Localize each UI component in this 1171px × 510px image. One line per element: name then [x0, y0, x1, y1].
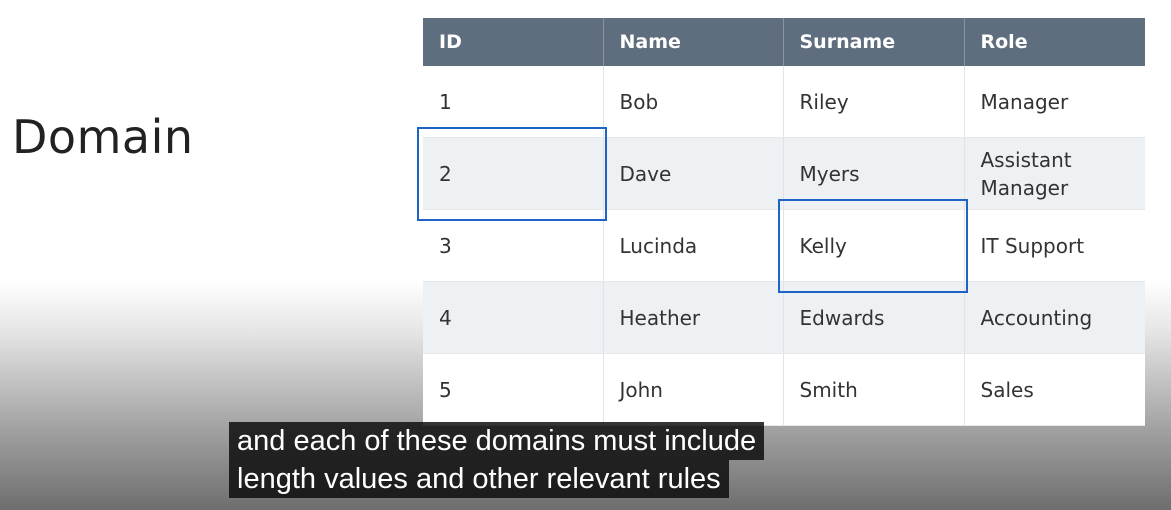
cell-id: 4 [423, 281, 604, 354]
column-header-role: Role [964, 18, 1145, 66]
highlight-box-surname-cell [778, 199, 968, 293]
cell-id: 5 [423, 353, 604, 426]
cell-name: Dave [603, 137, 784, 210]
video-captions: and each of these domains must include l… [229, 422, 765, 498]
caption-line: and each of these domains must include [229, 422, 765, 460]
cell-role: IT Support [964, 209, 1145, 282]
cell-name: Lucinda [603, 209, 784, 282]
cell-surname: Smith [783, 353, 965, 426]
cell-name: Heather [603, 281, 784, 354]
cell-name: John [603, 353, 784, 426]
table-row: 5 John Smith Sales [423, 353, 1145, 426]
cell-role: Accounting [964, 281, 1145, 354]
column-header-id: ID [423, 18, 604, 66]
table-header-row: ID Name Surname Role [423, 18, 1145, 66]
cell-surname: Riley [783, 66, 965, 138]
cell-role: Assistant Manager [964, 137, 1145, 210]
highlight-box-id-cell [417, 127, 607, 221]
caption-line: length values and other relevant rules [229, 460, 729, 498]
cell-role: Sales [964, 353, 1145, 426]
slide-title: Domain [12, 110, 194, 164]
column-header-surname: Surname [783, 18, 965, 66]
column-header-name: Name [603, 18, 784, 66]
cell-name: Bob [603, 66, 784, 138]
cell-role: Manager [964, 66, 1145, 138]
